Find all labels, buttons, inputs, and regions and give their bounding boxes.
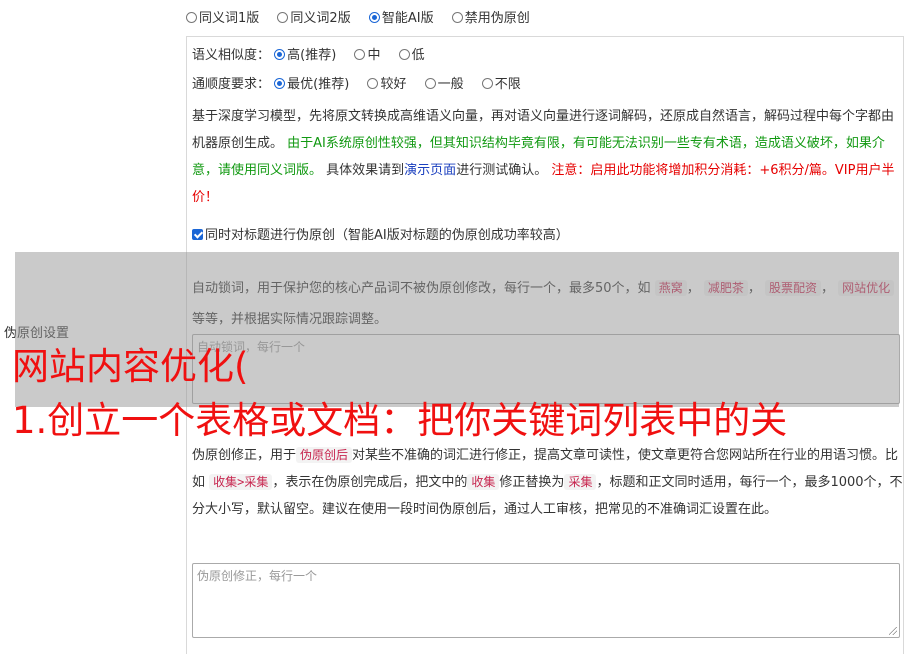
- radio-selected-icon[interactable]: [274, 78, 286, 89]
- version-options: 同义词1版 同义词2版 智能AI版 禁用伪原创: [186, 5, 896, 32]
- checkbox-checked-icon[interactable]: [192, 229, 203, 240]
- version-option-disable[interactable]: 禁用伪原创: [451, 11, 530, 26]
- demo-page-link[interactable]: 演示页面: [404, 163, 456, 178]
- correction-tag: 收集: [467, 474, 500, 490]
- radio-icon[interactable]: [398, 49, 410, 60]
- headline-line1: 网站内容优化(: [12, 345, 249, 388]
- similarity-label: 语义相似度：: [192, 48, 271, 63]
- fluency-option-good[interactable]: 较好: [367, 77, 406, 92]
- radio-icon[interactable]: [354, 49, 366, 60]
- version-option-synonym1[interactable]: 同义词1版: [186, 11, 259, 26]
- radio-icon[interactable]: [277, 12, 289, 23]
- radio-icon[interactable]: [424, 78, 436, 89]
- fluency-label: 通顺度要求：: [192, 77, 271, 92]
- similarity-row: 语义相似度： 高(推荐) 中 低: [192, 42, 902, 69]
- correction-textarea[interactable]: 伪原创修正，每行一个: [192, 563, 900, 638]
- fluency-option-any[interactable]: 不限: [481, 77, 521, 92]
- correction-tag: 伪原创后: [296, 447, 353, 463]
- ai-description: 基于深度学习模型，先将原文转换成高维语义向量，再对语义向量进行逐词解码，还原成自…: [192, 109, 895, 205]
- fluency-option-normal[interactable]: 一般: [424, 77, 464, 92]
- resize-handle-icon[interactable]: [889, 627, 897, 635]
- fluency-row: 通顺度要求： 最优(推荐) 较好 一般 不限: [192, 71, 902, 98]
- radio-selected-icon[interactable]: [274, 49, 286, 60]
- radio-icon[interactable]: [186, 12, 197, 23]
- fluency-option-best[interactable]: 最优(推荐): [274, 77, 349, 92]
- radio-icon[interactable]: [451, 12, 463, 23]
- headline-line2: 1.创立一个表格或文档：把你关键词列表中的关: [12, 399, 788, 442]
- title-rewrite-option[interactable]: 同时对标题进行伪原创（智能AI版对标题的伪原创成功率较高）: [192, 222, 902, 249]
- similarity-option-medium[interactable]: 中: [354, 48, 380, 63]
- radio-selected-icon[interactable]: [368, 12, 380, 23]
- radio-icon[interactable]: [481, 78, 493, 89]
- similarity-option-high[interactable]: 高(推荐): [274, 48, 336, 63]
- radio-icon[interactable]: [367, 78, 379, 89]
- version-option-synonym2[interactable]: 同义词2版: [277, 11, 351, 26]
- correction-tag: 收集>采集: [209, 474, 273, 490]
- version-option-ai[interactable]: 智能AI版: [368, 11, 434, 26]
- correction-description: 伪原创修正，用于 伪原创后 对某些不准确的词汇进行修正，提高文章可读性，使文章更符合…: [192, 447, 903, 517]
- correction-tag: 采集: [564, 474, 597, 490]
- similarity-option-low[interactable]: 低: [398, 48, 425, 63]
